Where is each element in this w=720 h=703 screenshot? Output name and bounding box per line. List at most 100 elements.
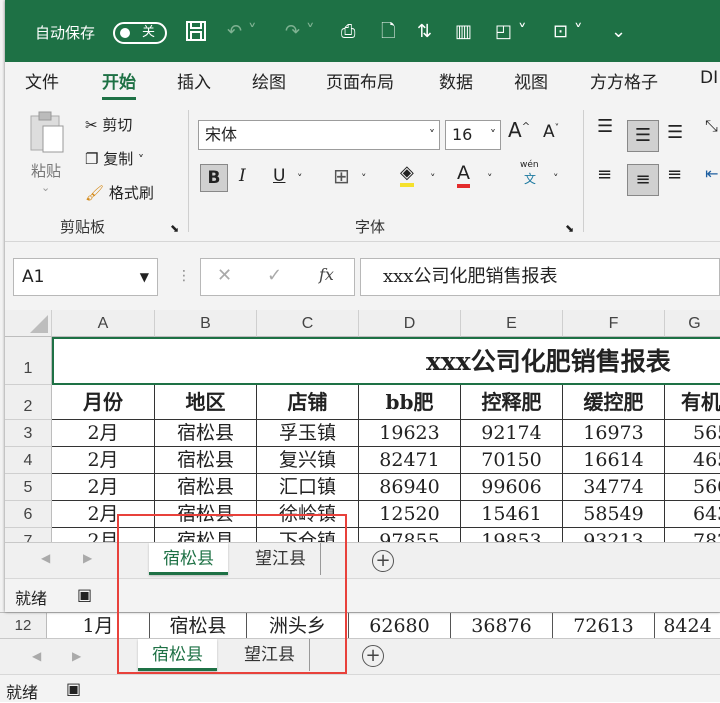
- phonetic-dropdown-icon[interactable]: ˅: [553, 172, 559, 185]
- column-header[interactable]: F: [563, 310, 665, 337]
- tab-file[interactable]: 文件: [25, 68, 59, 93]
- grid-cell[interactable]: 汇口镇: [257, 474, 359, 501]
- grid-cell[interactable]: 62680: [349, 613, 451, 639]
- insert-function-icon[interactable]: fx: [319, 265, 334, 284]
- sheet-title-cell[interactable]: xxx公司化肥销售报表: [52, 337, 720, 385]
- tab-home[interactable]: 开始: [102, 68, 136, 100]
- header-cell[interactable]: bb肥: [359, 385, 461, 420]
- fill-color-dropdown-icon[interactable]: ˅: [430, 172, 436, 185]
- macro-record-icon[interactable]: ▣: [77, 585, 92, 604]
- grid-cell[interactable]: 93213: [563, 528, 665, 542]
- column-header[interactable]: G: [665, 310, 720, 337]
- paste-dropdown-icon[interactable]: ⌄: [41, 181, 67, 194]
- tab-view[interactable]: 视图: [514, 68, 548, 93]
- tab-ffgz[interactable]: 方方格子: [590, 68, 658, 93]
- font-color-dropdown-icon[interactable]: ˅: [487, 172, 493, 185]
- column-header[interactable]: D: [359, 310, 461, 337]
- grid-cell[interactable]: 58549: [563, 501, 665, 528]
- row-header[interactable]: 2: [5, 385, 52, 420]
- grid-cell[interactable]: 70150: [461, 447, 563, 474]
- phonetic-guide-icon[interactable]: wén 文: [520, 160, 539, 187]
- header-cell[interactable]: 有机: [665, 385, 720, 420]
- autosave-toggle[interactable]: 关: [113, 22, 167, 44]
- tab-draw[interactable]: 绘图: [252, 68, 286, 93]
- grid-cell[interactable]: 宿松县: [155, 447, 257, 474]
- orientation-icon[interactable]: ⤡: [705, 116, 718, 136]
- copy-button[interactable]: ❐ 复制 ˅: [85, 148, 144, 169]
- grid-cell[interactable]: 16614: [563, 447, 665, 474]
- grid-cell[interactable]: 565: [665, 420, 720, 447]
- grid-cell[interactable]: 12520: [359, 501, 461, 528]
- tab-page-layout[interactable]: 页面布局: [326, 68, 394, 93]
- bold-button[interactable]: B: [200, 164, 228, 192]
- grid-cell[interactable]: 2月: [52, 474, 155, 501]
- name-box[interactable]: A1 ▼: [13, 258, 158, 296]
- align-top-icon[interactable]: ☰: [597, 116, 613, 137]
- row-header[interactable]: 5: [5, 474, 52, 501]
- prev-sheet-icon[interactable]: ◀: [32, 649, 41, 663]
- macro-record-icon[interactable]: ▣: [66, 679, 81, 698]
- new-file-icon[interactable]: 🗋: [381, 20, 395, 44]
- grid-cell[interactable]: 99606: [461, 474, 563, 501]
- grid-cell[interactable]: 孚玉镇: [257, 420, 359, 447]
- grid-cell[interactable]: 97855: [359, 528, 461, 542]
- grid-cell[interactable]: 2月: [52, 420, 155, 447]
- header-cell[interactable]: 地区: [155, 385, 257, 420]
- tab-more[interactable]: DI: [700, 68, 718, 88]
- prev-sheet-icon[interactable]: ◀: [41, 551, 50, 565]
- grid-cell[interactable]: 19623: [359, 420, 461, 447]
- row-header[interactable]: 12: [0, 613, 47, 639]
- grid-cell[interactable]: 82471: [359, 447, 461, 474]
- underline-button[interactable]: U: [273, 166, 285, 186]
- align-left-icon[interactable]: ≡: [597, 164, 612, 185]
- save-icon[interactable]: [185, 20, 207, 49]
- header-cell[interactable]: 缓控肥: [563, 385, 665, 420]
- cut-button[interactable]: ✂ 剪切: [85, 114, 132, 135]
- grid-cell[interactable]: 86940: [359, 474, 461, 501]
- align-middle-icon[interactable]: ☰: [627, 120, 659, 152]
- formula-input[interactable]: xxx公司化肥销售报表: [360, 258, 720, 296]
- italic-button[interactable]: I: [239, 166, 246, 186]
- grid-cell[interactable]: 465: [665, 447, 720, 474]
- grid-cell[interactable]: 2月: [52, 447, 155, 474]
- chart-icon[interactable]: ▥: [455, 20, 472, 44]
- font-color-button[interactable]: A: [457, 162, 470, 188]
- font-name-select[interactable]: 宋体 ˅: [198, 120, 440, 150]
- grid-cell[interactable]: 复兴镇: [257, 447, 359, 474]
- grid-cell[interactable]: 643: [665, 501, 720, 528]
- print-preview-icon[interactable]: ⎙: [341, 20, 355, 44]
- indent-icon[interactable]: ⇤: [705, 164, 718, 183]
- row-header[interactable]: 6: [5, 501, 52, 528]
- align-right-icon[interactable]: ≡: [667, 164, 682, 185]
- align-bottom-icon[interactable]: ☰: [667, 122, 683, 143]
- next-sheet-icon[interactable]: ▶: [72, 649, 81, 663]
- grid-cell[interactable]: 72613: [553, 613, 655, 639]
- row-header[interactable]: 4: [5, 447, 52, 474]
- row-header[interactable]: 3: [5, 420, 52, 447]
- header-cell[interactable]: 控释肥: [461, 385, 563, 420]
- grid-cell[interactable]: 16973: [563, 420, 665, 447]
- customize-toolbar-icon[interactable]: ⌄: [611, 20, 626, 44]
- sort-az-icon[interactable]: ⇅: [417, 20, 432, 44]
- shrink-font-icon[interactable]: A˅: [543, 122, 559, 142]
- grid-cell[interactable]: 92174: [461, 420, 563, 447]
- cancel-icon[interactable]: ✕: [217, 265, 232, 286]
- undo-icon[interactable]: ↶ ˅: [227, 20, 257, 44]
- clipboard-launcher-icon[interactable]: ⬊: [170, 222, 179, 235]
- column-header[interactable]: A: [52, 310, 155, 337]
- paste-button[interactable]: 粘贴 ⌄: [27, 110, 67, 194]
- fill-color-icon[interactable]: ◈: [400, 162, 414, 187]
- column-header[interactable]: B: [155, 310, 257, 337]
- header-cell[interactable]: 月份: [52, 385, 155, 420]
- grid-cell[interactable]: 15461: [461, 501, 563, 528]
- redo-icon[interactable]: ↷ ˅: [285, 20, 315, 44]
- shapes-icon[interactable]: ◰ ˅: [495, 20, 527, 44]
- copy-dropdown-icon[interactable]: ˅: [138, 153, 144, 167]
- grid-cell[interactable]: 8424: [655, 613, 720, 639]
- column-header[interactable]: E: [461, 310, 563, 337]
- grid-cell[interactable]: 782: [665, 528, 720, 542]
- text-box-icon[interactable]: ⊡ ˅: [553, 20, 583, 44]
- font-launcher-icon[interactable]: ⬊: [565, 222, 574, 235]
- font-size-select[interactable]: 16 ˅: [445, 120, 501, 150]
- tab-data[interactable]: 数据: [439, 68, 473, 93]
